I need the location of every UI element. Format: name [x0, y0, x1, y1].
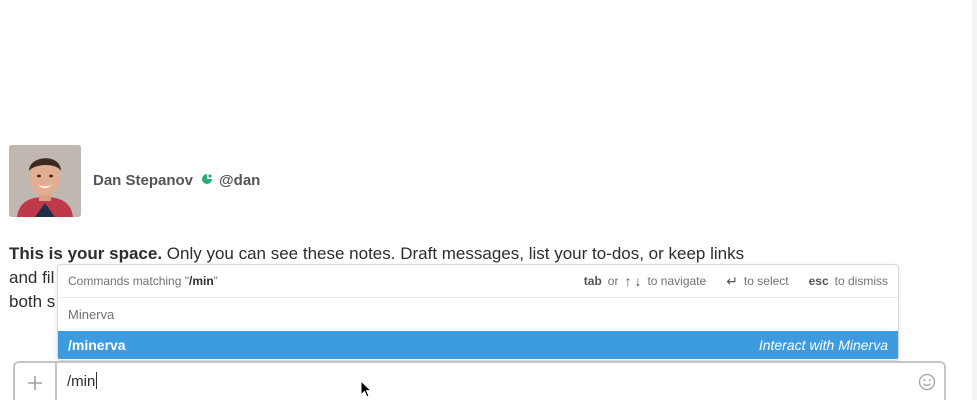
autocomplete-title: Commands matching "/min": [68, 274, 218, 288]
keyboard-hints: tab or ↑ ↓ to navigate ↵ to select esc t…: [584, 273, 888, 290]
avatar-photo: [9, 145, 81, 217]
autocomplete-title-prefix: Commands matching ": [68, 274, 189, 288]
select-hint: ↵ to select: [726, 273, 788, 290]
dismiss-label: to dismiss: [834, 274, 888, 288]
navigate-hint: tab or ↑ ↓ to navigate: [584, 273, 706, 289]
profile-name[interactable]: Dan Stepanov: [93, 172, 193, 189]
autocomplete-title-suffix: ": [213, 274, 218, 288]
message-composer: /min: [13, 361, 946, 400]
emoji-button[interactable]: [918, 373, 936, 391]
plus-icon: [28, 376, 42, 390]
tab-key: tab: [583, 274, 602, 288]
arrow-down-icon: ↓: [634, 273, 642, 289]
presence-icon: [201, 172, 213, 189]
message-input-value: /min: [67, 373, 96, 390]
slackbot-dm-page: Dan Stepanov @dan This is your space. On…: [0, 0, 977, 400]
profile-handle: @dan: [219, 172, 261, 189]
command-autocomplete: Commands matching "/min" tab or ↑ ↓ to n…: [57, 264, 899, 361]
scrollbar[interactable]: [972, 0, 977, 400]
attach-button[interactable]: [15, 363, 57, 400]
esc-key: esc: [808, 274, 829, 288]
intro-line1: Only you can see these notes. Draft mess…: [162, 244, 745, 263]
navigate-label: to navigate: [647, 274, 707, 288]
return-key-icon: ↵: [726, 272, 738, 289]
select-label: to select: [743, 274, 789, 288]
mouse-pointer-icon: [360, 380, 372, 398]
autocomplete-group-label: Minerva: [68, 307, 115, 322]
autocomplete-query: /min: [188, 274, 214, 288]
command-description: Interact with Minerva: [758, 337, 888, 353]
hint-or: or: [607, 274, 619, 288]
avatar[interactable]: [9, 145, 81, 217]
arrow-up-icon: ↑: [624, 273, 632, 289]
intro-bold: This is your space.: [9, 244, 163, 263]
profile-header: Dan Stepanov @dan: [93, 172, 260, 189]
emoji-icon: [918, 373, 936, 391]
command-name: /minerva: [68, 337, 126, 353]
message-input[interactable]: /min: [67, 372, 98, 390]
autocomplete-header: Commands matching "/min" tab or ↑ ↓ to n…: [58, 265, 898, 298]
dismiss-hint: esc to dismiss: [809, 274, 888, 288]
text-caret: [96, 372, 98, 389]
command-option-minerva[interactable]: /minerva Interact with Minerva: [58, 331, 898, 359]
